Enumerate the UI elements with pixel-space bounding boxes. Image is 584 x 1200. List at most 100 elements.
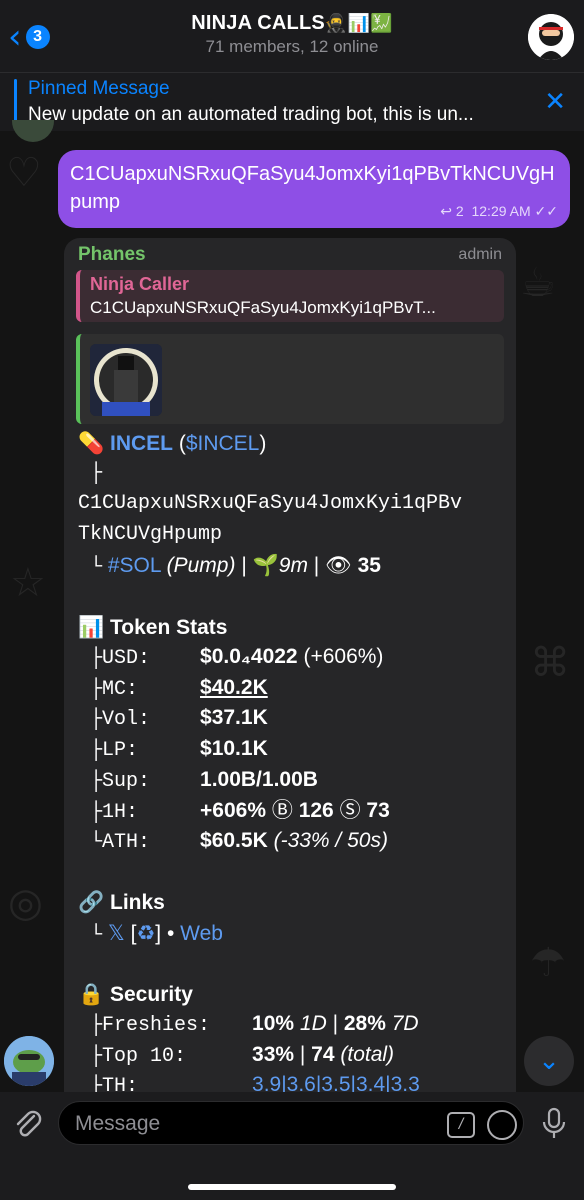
close-icon[interactable]: ✕ [544,87,566,117]
freshies-label: Freshies: [102,1014,211,1038]
stat-lp-value: $10.1K [200,736,268,760]
token-address-line-2[interactable]: TkNCUVgHpump [78,520,508,551]
doodle-cup-icon: ☕ [520,260,556,306]
stat-usd: ├USD: $0.0₄4022 (+606%) [78,642,508,673]
attach-button[interactable] [10,1106,46,1142]
message-meta: ↩ 2 12:29 AM ✓✓ [440,203,558,220]
stat-ath: └ATH: $60.5K (-33% / 50s) [78,826,508,857]
token-name-link[interactable]: INCEL [110,432,173,455]
sticker-button-icon[interactable] [487,1110,517,1140]
chevron-down-icon: ⌄ [538,1046,560,1076]
freshies-7d: 28% [343,1012,386,1036]
stat-mc-link[interactable]: $40.2K [200,676,268,699]
pinned-message-bar[interactable]: Pinned Message New update on an automate… [0,72,584,131]
chevron-left-icon: ‹ [8,17,22,57]
stat-vol-value: $37.1K [200,706,268,730]
freshies-1d-unit: 1D [299,1012,327,1036]
stats-heading: 📊 Token Stats [78,612,508,643]
token-image[interactable] [90,344,162,416]
chat-title-emojis: 🥷📊💹 [324,13,393,34]
member-avatar[interactable] [4,1036,54,1086]
freshies-7d-unit: 7D [391,1012,419,1036]
stat-vol: ├Vol: $37.1K [78,703,508,734]
back-button[interactable]: ‹ 3 [8,17,50,57]
doodle-ball-icon: ◎ [8,880,43,926]
chat-header: ‹ 3 NINJA CALLS🥷📊💹 71 members, 12 online [0,0,584,72]
chat-subtitle: 71 members, 12 online [205,37,379,56]
sells-s-icon: Ⓢ [339,798,361,823]
pinned-title: Pinned Message [28,78,170,99]
incoming-message[interactable]: Phanes admin Ninja Caller C1CUapxuNSRxuQ… [64,238,516,1138]
eye-icon: 👁 [325,553,352,578]
pinned-text: New update on an automated trading bot, … [28,104,474,125]
scroll-down-button[interactable]: ⌄ [524,1036,574,1086]
token-source: (Pump) [166,554,236,578]
stat-vol-label: Vol: [102,708,151,732]
sender-name[interactable]: Phanes [78,244,146,266]
paperclip-icon [16,1110,42,1137]
reply-arrow-icon: ↩ [440,204,453,220]
read-checks-icon: ✓✓ [534,204,558,220]
web-link[interactable]: Web [180,922,223,945]
security-title: Security [110,982,193,1006]
x-link[interactable]: 𝕏 [108,922,125,945]
reply-preview[interactable]: Ninja Caller C1CUapxuNSRxuQFaSyu4JomxKyi… [76,270,504,322]
group-avatar[interactable] [528,14,574,60]
pepe-avatar-icon [4,1036,54,1086]
top10-count: 74 [311,1042,335,1066]
reply-count: 2 [455,203,464,219]
stat-ath-label: ATH: [102,830,151,854]
token-address-line-1[interactable]: C1CUapxuNSRxuQFaSyu4JomxKyi1qPBv [78,489,508,520]
stat-usd-label: USD: [102,647,151,671]
stat-usd-value: $0.0₄4022 [200,645,298,669]
stat-sup-value: 1.00B/1.00B [200,767,318,791]
stat-ath-detail: (-33% / 50s) [273,828,388,852]
top10-pct: 33% [252,1042,295,1066]
message-placeholder: Message [75,1112,161,1135]
doodle-star-icon: ☆ [10,560,46,606]
link-preview[interactable] [76,334,504,424]
security-top10: ├Top 10: 33% | 74 (total) [78,1040,508,1071]
stat-lp: ├LP: $10.1K [78,734,508,765]
token-ticker-link[interactable]: $INCEL [186,432,260,455]
outgoing-message[interactable]: C1CUapxuNSRxuQFaSyu4JomxKyi1qPBvTkNCUVgH… [58,150,570,228]
message-time: 12:29 AM [471,203,531,219]
link-chain-icon: 🔗 [78,889,105,914]
stat-mc-label: MC: [102,677,139,701]
microphone-button[interactable] [538,1106,570,1142]
stat-1h: ├1H: +606% Ⓑ 126 Ⓢ 73 [78,795,508,826]
tree-branch: ├ [78,461,103,485]
bar-chart-icon: 📊 [78,614,105,639]
stat-ath-value: $60.5K [200,828,268,852]
reply-sender: Ninja Caller [90,274,190,294]
stat-sup-label: Sup: [102,769,151,793]
top10-unit: (total) [340,1042,395,1066]
message-input[interactable]: Message / [58,1101,524,1145]
stat-1h-sells: 73 [366,799,390,823]
doodle-gift-icon: ⌘ [530,640,570,686]
links-line: └ 𝕏 [♻] • Web [78,920,223,947]
buys-b-icon: Ⓑ [271,798,293,823]
stat-1h-change: +606% [200,799,266,823]
stat-1h-label: 1H: [102,801,139,825]
pill-icon: 💊 [78,431,105,455]
stat-usd-change: (+606%) [303,645,384,669]
seedling-icon: 🌱 [252,553,279,578]
unread-count-badge: 3 [25,25,50,49]
commands-button-icon[interactable]: / [447,1112,475,1138]
chat-title-area[interactable]: NINJA CALLS🥷📊💹 71 members, 12 online [120,12,464,57]
links-title: Links [110,890,165,914]
recycle-icon[interactable]: ♻ [136,921,155,945]
pinned-indicator [14,79,17,125]
ninja-avatar-icon [528,14,574,60]
lock-icon: 🔒 [78,981,105,1006]
token-meta-line: └ #SOL (Pump) | 🌱9m | 👁 35 [78,553,381,580]
stat-sup: ├Sup: 1.00B/1.00B [78,765,508,796]
chain-hashtag[interactable]: #SOL [108,554,161,577]
token-age: 9m [278,554,308,578]
security-heading: 🔒 Security [78,979,508,1010]
stats-title: Token Stats [110,615,228,639]
home-indicator [188,1184,396,1190]
links-heading: 🔗 Links [78,887,508,918]
microphone-icon [542,1107,566,1138]
